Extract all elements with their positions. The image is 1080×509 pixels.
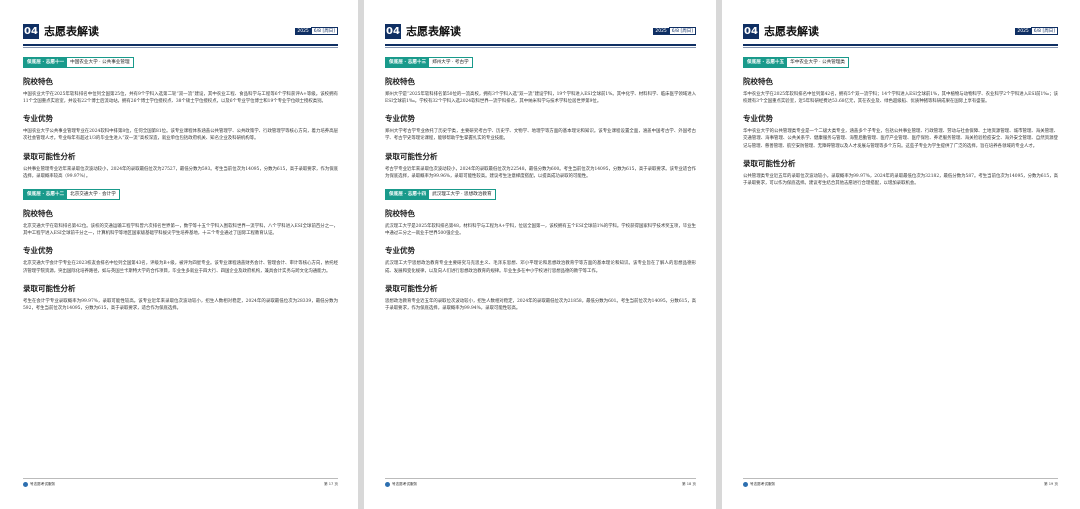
section-text: 考生在会计学专业录取概率为99.97%，录取可能性较高。该专业近年来录取位次波动… — [23, 298, 338, 312]
page-number: 第 19 页 — [1043, 482, 1058, 486]
choice-tier: 保底层 · 志愿十四 — [386, 189, 430, 199]
choice-school-major: 武汉理工大学 · 思想政治教育 — [432, 192, 492, 198]
footer-rule — [743, 478, 1058, 479]
section-text: 郑州大学考古学专业依托了历史学类，主要研究考古学、历史学、文物学、地理学等方面的… — [385, 129, 696, 142]
page-header: 04 志愿表解读 2025 6/8 [周日] — [385, 22, 696, 40]
section-text: 华中农业大学的公共管理类专业是一个二级大类专业，涵盖多个子专业，包括公共事业管理… — [743, 129, 1058, 149]
chapter-number: 04 — [385, 23, 401, 39]
section-heading: 专业优势 — [23, 246, 53, 256]
section-heading: 专业优势 — [743, 114, 773, 124]
page-title: 志愿表解读 — [764, 25, 819, 38]
section-text: 中国农业大学在2025年软科排名中位列全国第25位，共有9个学科入选第二轮“双一… — [23, 91, 338, 104]
page-footer: 号志愿考试服务 第 19 页 — [743, 478, 1058, 487]
section-text: 郑州大学是“2025年软科排名第50位的一流高校，拥有3个学科入选“双一流”建设… — [385, 91, 696, 104]
page-17: 04 志愿表解读 2025 6/8 [周日] 保底层 · 志愿十一 中国农业大学… — [0, 0, 358, 509]
section-heading: 录取可能性分析 — [743, 158, 796, 168]
section-text: 北京交通大学在软科排名第42位。该校的交通运输工程学科曾六次排名世界第一，数学等… — [23, 223, 338, 237]
date-badge: 2025 6/8 [周日] — [653, 27, 696, 35]
page-number: 第 17 页 — [323, 482, 338, 486]
date-year: 2025 — [653, 27, 669, 35]
choice-tier: 保底层 · 志愿十一 — [24, 57, 68, 67]
page-header: 04 志愿表解读 2025 6/8 [周日] — [23, 22, 338, 40]
school-block: 保底层 · 志愿十五 华中农业大学 · 公共管理类 院校特色 华中农业大学在20… — [743, 48, 1058, 188]
choice-tag: 保底层 · 志愿十三 郑州大学 · 考古学 — [385, 56, 473, 68]
date-month-day: 6/8 [周日] — [668, 27, 696, 35]
section-heading: 院校特色 — [23, 76, 53, 86]
section-heading: 院校特色 — [385, 76, 415, 86]
page-header: 04 志愿表解读 2025 6/8 [周日] — [743, 22, 1058, 40]
section-text: 思想政治教育专业近五年的录取位次波动较小，招生人数相对稳定，2024年的录取最低… — [385, 298, 696, 312]
choice-tier: 保底层 · 志愿十二 — [24, 189, 68, 199]
section-heading: 录取可能性分析 — [23, 151, 76, 161]
page-title: 志愿表解读 — [406, 25, 461, 38]
header-rule-thin — [23, 47, 338, 48]
chapter-number: 04 — [23, 23, 39, 39]
date-month-day: 6/8 [周日] — [1030, 27, 1058, 35]
header-rule-thin — [385, 47, 696, 48]
choice-school-major: 北京交通大学 · 会计学 — [70, 192, 116, 198]
header-rule-thin — [743, 47, 1058, 48]
section-text: 武汉理工大学是2025年软科排名第48，材料科学与工程为A+学科，位居全国第一，… — [385, 223, 696, 237]
choice-school-major: 中国农业大学 · 公共事业管理 — [70, 60, 130, 65]
choice-tier: 保底层 · 志愿十五 — [744, 57, 788, 67]
choice-school-major: 华中农业大学 · 公共管理类 — [790, 60, 846, 65]
date-badge: 2025 6/8 [周日] — [295, 27, 338, 35]
date-year: 2025 — [1015, 27, 1031, 35]
choice-tag: 保底层 · 志愿十五 华中农业大学 · 公共管理类 — [743, 56, 850, 68]
footer-brand: 号志愿考试服务 — [392, 482, 418, 486]
section-heading: 专业优势 — [385, 246, 415, 256]
choice-tag: 保底层 · 志愿十一 中国农业大学 · 公共事业管理 — [23, 56, 134, 68]
brand-logo-icon — [385, 482, 390, 487]
header-rule — [23, 44, 338, 46]
choice-tier: 保底层 · 志愿十三 — [386, 57, 430, 67]
footer-rule — [385, 478, 696, 479]
header-rule — [385, 44, 696, 46]
section-heading: 专业优势 — [23, 114, 53, 124]
section-heading: 录取可能性分析 — [385, 283, 438, 293]
choice-tag: 保底层 · 志愿十四 武汉理工大学 · 思想政治教育 — [385, 188, 496, 200]
section-text: 武汉理工大学思想政治教育专业主要研究马克思主义、毛泽东思想、邓小平理论和思想政治… — [385, 261, 696, 274]
section-heading: 录取可能性分析 — [23, 283, 76, 293]
date-badge: 2025 6/8 [周日] — [1015, 27, 1058, 35]
section-text: 华中农业大学在2025年软科排名中位列第42名，拥有5个双一流学科；14个学科进… — [743, 91, 1058, 104]
page-footer: 号志愿考试服务 第 18 页 — [385, 478, 696, 487]
brand-logo-icon — [743, 482, 748, 487]
school-block: 保底层 · 志愿十一 中国农业大学 · 公共事业管理 院校特色 中国农业大学在2… — [23, 48, 338, 180]
school-block: 保底层 · 志愿十二 北京交通大学 · 会计学 院校特色 北京交通大学在软科排名… — [23, 180, 338, 312]
choice-school-major: 郑州大学 · 考古学 — [432, 60, 469, 65]
footer-brand: 号志愿考试服务 — [30, 482, 56, 486]
footer-rule — [23, 478, 338, 479]
section-text: 考古学专业近年来录取位次波动较小，2024年的录取最低位次为22548，最低分数… — [385, 166, 696, 179]
section-heading: 院校特色 — [23, 208, 53, 218]
page-content: 04 志愿表解读 2025 6/8 [周日] 保底层 · 志愿十五 华中农业大学… — [743, 22, 1058, 509]
document-spread: 04 志愿表解读 2025 6/8 [周日] 保底层 · 志愿十一 中国农业大学… — [0, 0, 1080, 509]
page-content: 04 志愿表解读 2025 6/8 [周日] 保底层 · 志愿十一 中国农业大学… — [23, 22, 338, 509]
page-19: 04 志愿表解读 2025 6/8 [周日] 保底层 · 志愿十五 华中农业大学… — [722, 0, 1080, 509]
school-block: 保底层 · 志愿十四 武汉理工大学 · 思想政治教育 院校特色 武汉理工大学是2… — [385, 180, 696, 312]
page-content: 04 志愿表解读 2025 6/8 [周日] 保底层 · 志愿十三 郑州大学 ·… — [385, 22, 696, 509]
header-rule — [743, 44, 1058, 46]
page-number: 第 18 页 — [681, 482, 696, 486]
section-text: 中国农业大学公共事业管理专业在2024软科中排第8位，任何全国第81位。该专业课… — [23, 129, 338, 142]
section-heading: 录取可能性分析 — [385, 151, 438, 161]
page-title: 志愿表解读 — [44, 25, 99, 38]
date-month-day: 6/8 [周日] — [310, 27, 338, 35]
section-heading: 院校特色 — [743, 76, 773, 86]
section-text: 北京交通大学会计学专业在2023校友会排名中位列全国第43名，评级为B+级，被评… — [23, 261, 338, 274]
school-block: 保底层 · 志愿十三 郑州大学 · 考古学 院校特色 郑州大学是“2025年软科… — [385, 48, 696, 180]
section-text: 公共事业管理专业近年来录取位次波动较小，2024年的录取最低位次为27527，最… — [23, 166, 338, 179]
footer-brand: 号志愿考试服务 — [750, 482, 776, 486]
date-year: 2025 — [295, 27, 311, 35]
section-text: 公共管理类专业近五年的录取位次波动较小，录取概率为99.97%，2024年的录取… — [743, 173, 1058, 187]
page-18: 04 志愿表解读 2025 6/8 [周日] 保底层 · 志愿十三 郑州大学 ·… — [364, 0, 716, 509]
page-footer: 号志愿考试服务 第 17 页 — [23, 478, 338, 487]
choice-tag: 保底层 · 志愿十二 北京交通大学 · 会计学 — [23, 188, 120, 200]
section-heading: 院校特色 — [385, 208, 415, 218]
chapter-number: 04 — [743, 23, 759, 39]
brand-logo-icon — [23, 482, 28, 487]
section-heading: 专业优势 — [385, 114, 415, 124]
